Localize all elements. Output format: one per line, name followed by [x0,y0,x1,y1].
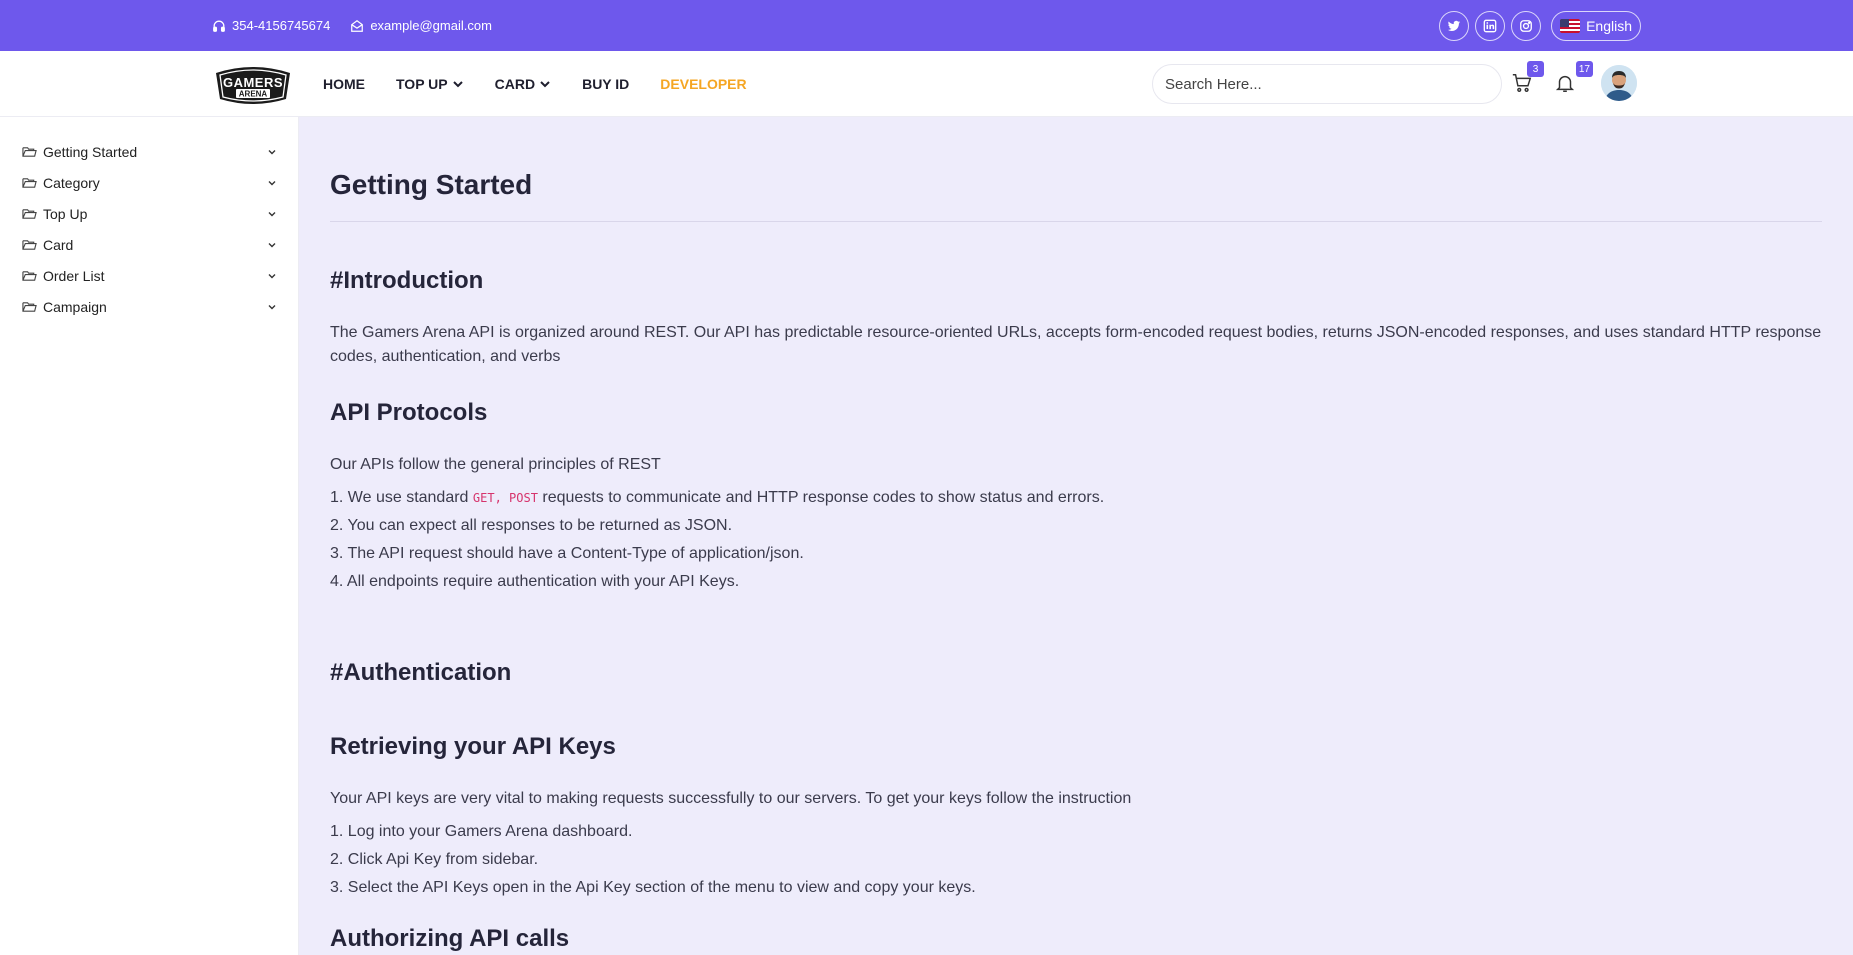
linkedin-icon [1483,19,1497,32]
email-contact[interactable]: example@gmail.com [350,18,492,33]
menu-buy-id-label: BUY ID [582,76,630,92]
sidebar-item-label: Card [43,236,74,253]
notifications-button[interactable]: 17 [1551,61,1593,97]
introduction-heading: #Introduction [330,267,484,294]
menu-top-up[interactable]: TOP UP [396,76,464,92]
svg-text:GAMERS: GAMERS [223,75,283,90]
social-language: English [1439,0,1641,51]
sidebar-item-label: Getting Started [43,143,138,160]
auth-step-2: 2. Click Api Key from sidebar. [330,851,539,868]
email-address: example@gmail.com [370,18,492,33]
docs-content: Getting Started #Introduction The Gamers… [299,117,1853,955]
sidebar-item-campaign[interactable]: Campaign [22,291,278,322]
folder-icon [22,240,37,250]
instagram-icon [1520,19,1532,32]
sidebar-item-top-up[interactable]: Top Up [22,198,278,229]
top-contact-bar: 354-4156745674 example@gmail.com English [0,0,1853,51]
chevron-down-icon [268,149,276,154]
chevron-down-icon [268,211,276,216]
logo-graphic: GAMERS ARENA [216,67,290,104]
retrieving-keys-heading: Retrieving your API Keys [330,733,616,760]
sidebar-item-label: Top Up [43,205,88,222]
language-label: English [1586,17,1632,34]
menu-top-up-label: TOP UP [396,76,448,92]
cart-button[interactable]: 3 [1508,61,1544,97]
gamers-arena-logo[interactable]: GAMERS ARENA [212,59,294,109]
linkedin-link[interactable] [1475,10,1506,41]
folder-icon [22,209,37,219]
chevron-down-icon [452,81,463,88]
folder-icon [22,271,37,281]
chevron-down-icon [268,304,276,309]
sidebar-item-category[interactable]: Category [22,167,278,198]
protocols-item-3: 3. The API request should have a Content… [330,545,804,562]
auth-step-3: 3. Select the API Keys open in the Api K… [330,879,976,896]
sidebar-item-order-list[interactable]: Order List [22,260,278,291]
chevron-down-icon [268,242,276,247]
envelope-icon [351,19,364,32]
introduction-text: The Gamers Arena API is organized around… [330,324,1822,365]
twitter-link[interactable] [1439,10,1470,41]
notification-count-badge: 17 [1575,61,1593,77]
chevron-down-icon [268,273,276,278]
us-flag-icon [1560,18,1581,33]
http-methods-code: GET, POST [472,491,538,505]
retrieving-keys-text: Your API keys are very vital to making r… [330,790,1132,807]
bell-icon [1555,75,1575,92]
instagram-link[interactable] [1511,10,1542,41]
phone-contact[interactable]: 354-4156745674 [212,18,330,33]
docs-sidebar: Getting Started Category Top Up Card Ord… [0,117,299,955]
menu-card[interactable]: CARD [495,76,551,92]
main-navbar: GAMERS ARENA HOME TOP UP CARD BUY ID DEV… [0,51,1853,117]
folder-icon [22,302,37,312]
protocols-item-2: 2. You can expect all responses to be re… [330,517,733,534]
menu-home[interactable]: HOME [323,76,365,92]
auth-step-1: 1. Log into your Gamers Arena dashboard. [330,823,633,840]
svg-text:ARENA: ARENA [239,90,268,99]
protocols-item-1-suffix: requests to communicate and HTTP respons… [537,489,1105,506]
protocols-item-1-prefix: 1. We use standard [330,489,473,506]
sidebar-item-label: Category [43,174,100,191]
sidebar-item-getting-started[interactable]: Getting Started [22,136,278,167]
protocols-intro: Our APIs follow the general principles o… [330,456,661,473]
page-title: Getting Started [330,169,533,200]
menu-card-label: CARD [494,76,536,92]
primary-menu: HOME TOP UP CARD BUY ID DEVELOPER [323,51,747,117]
search-input[interactable] [1152,64,1502,104]
language-selector[interactable]: English [1551,10,1641,41]
protocols-heading: API Protocols [330,399,488,426]
protocols-item-1: 1. We use standard GET, POST requests to… [330,489,1104,507]
contact-info: 354-4156745674 example@gmail.com [212,0,492,51]
title-divider [330,221,1822,222]
protocols-item-4: 4. All endpoints require authentication … [330,573,740,590]
menu-developer-label: DEVELOPER [660,76,747,92]
menu-home-label: HOME [323,76,365,92]
chevron-down-icon [268,180,276,185]
avatar-image [1601,65,1637,101]
folder-icon [22,147,37,157]
sidebar-item-label: Campaign [43,298,107,315]
sidebar-item-card[interactable]: Card [22,229,278,260]
twitter-icon [1447,20,1461,31]
cart-count-badge: 3 [1527,61,1544,77]
sidebar-item-label: Order List [43,267,105,284]
user-avatar[interactable] [1601,65,1637,101]
menu-developer[interactable]: DEVELOPER [660,76,746,92]
chevron-down-icon [540,81,550,88]
phone-number: 354-4156745674 [232,18,331,33]
folder-icon [22,178,37,188]
authentication-heading: #Authentication [330,659,512,686]
menu-buy-id[interactable]: BUY ID [582,76,629,92]
authorizing-calls-heading: Authorizing API calls [330,925,570,952]
headphones-icon [213,20,225,32]
